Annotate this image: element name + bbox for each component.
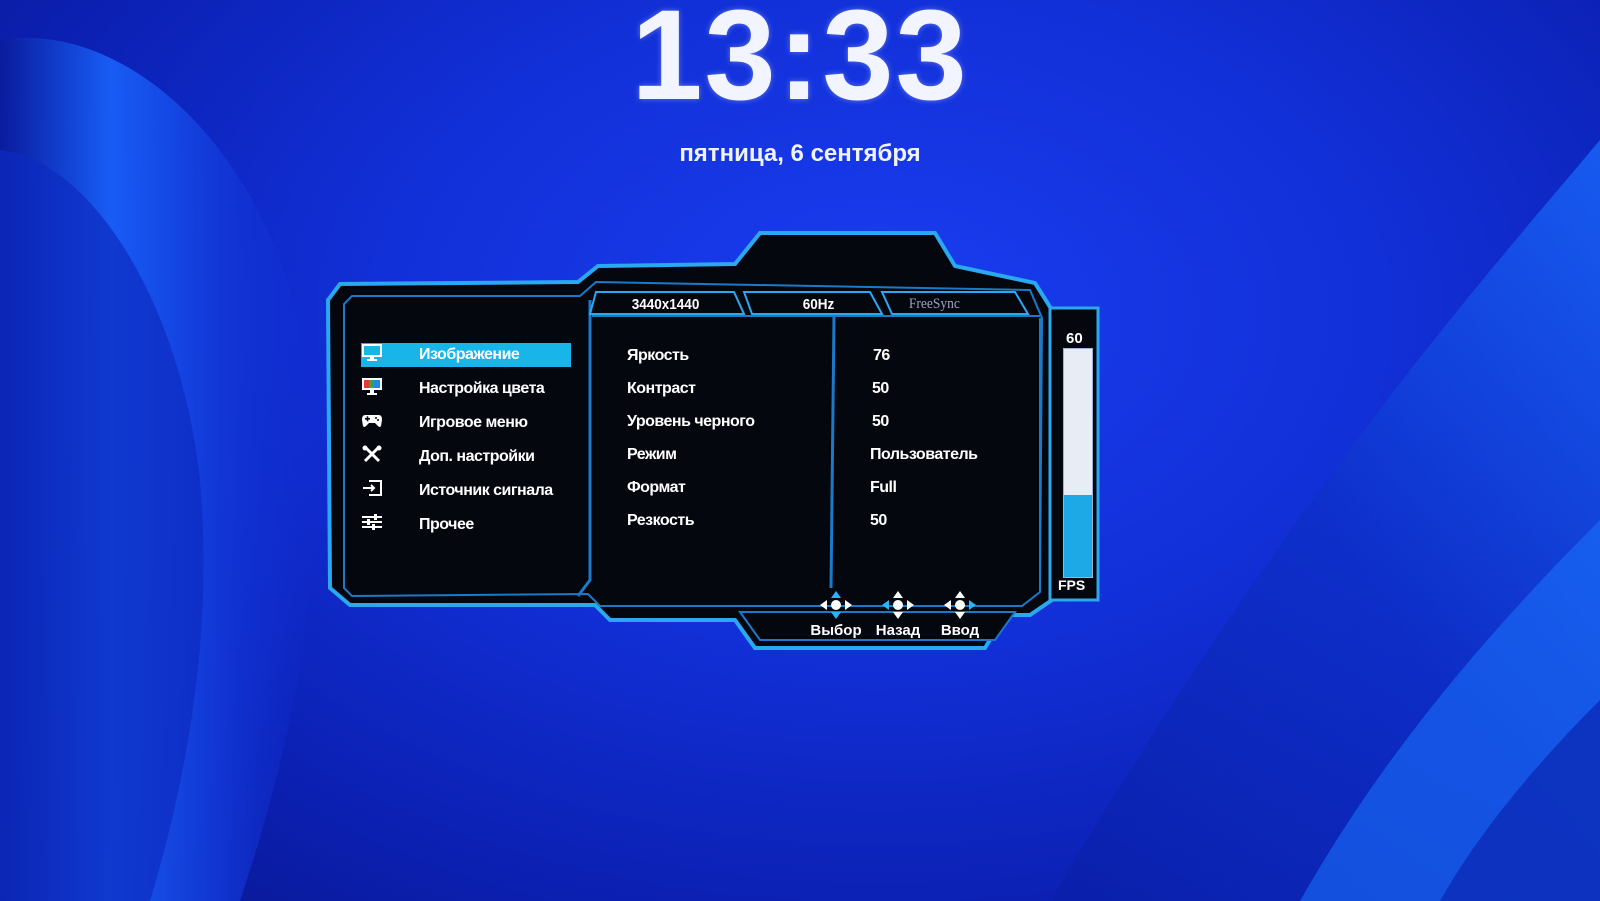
dpad-back-icon xyxy=(882,591,914,619)
fps-value: 60 xyxy=(1066,330,1083,347)
monitor-osd: 3440x1440 60Hz FreeSync Изображение Наст… xyxy=(0,0,1600,901)
monitor-icon xyxy=(362,344,411,365)
tab-refresh-rate[interactable]: 60Hz xyxy=(803,296,835,313)
fps-label: FPS xyxy=(1058,577,1086,593)
menu-item-label: Игровое меню xyxy=(419,414,528,431)
menu-item-image[interactable]: Изображение xyxy=(361,343,571,367)
menu-item-advanced-settings[interactable]: Доп. настройки xyxy=(361,445,571,469)
setting-sharpness-label[interactable]: Резкость xyxy=(627,512,695,530)
setting-black-level-label[interactable]: Уровень черного xyxy=(627,413,755,431)
input-source-icon xyxy=(363,480,411,501)
setting-format-label[interactable]: Формат xyxy=(627,479,686,497)
menu-item-label: Источник сигнала xyxy=(419,482,553,499)
setting-brightness-label[interactable]: Яркость xyxy=(627,347,689,365)
setting-mode-value: Пользователь xyxy=(870,446,978,463)
menu-item-input-source[interactable]: Источник сигнала xyxy=(361,479,571,503)
osd-frame xyxy=(325,231,1100,650)
dpad-select-icon xyxy=(820,591,852,619)
menu-item-label: Прочее xyxy=(419,516,474,533)
tab-freesync[interactable]: FreeSync xyxy=(909,296,960,313)
hint-back: Назад xyxy=(868,590,928,639)
hint-enter: Ввод xyxy=(930,590,990,639)
setting-contrast-value: 50 xyxy=(872,380,889,397)
menu-item-color-settings[interactable]: Настройка цвета xyxy=(361,377,571,401)
setting-mode-label[interactable]: Режим xyxy=(627,446,677,464)
hint-back-label: Назад xyxy=(875,622,921,639)
menu-item-other[interactable]: Прочее xyxy=(361,513,571,537)
menu-item-label: Доп. настройки xyxy=(419,448,535,465)
menu-item-game-menu[interactable]: Игровое меню xyxy=(361,411,571,435)
setting-sharpness-value: 50 xyxy=(870,512,887,529)
color-bars-icon xyxy=(362,378,411,399)
tools-icon xyxy=(362,445,411,467)
hint-enter-label: Ввод xyxy=(940,622,980,639)
hint-select-label: Выбор xyxy=(810,622,862,639)
gamepad-icon xyxy=(362,413,411,433)
menu-item-label: Настройка цвета xyxy=(419,380,545,397)
setting-format-value: Full xyxy=(870,479,897,496)
tab-resolution[interactable]: 3440x1440 xyxy=(632,296,700,313)
setting-contrast-label[interactable]: Контраст xyxy=(627,380,696,398)
hint-select: Выбор xyxy=(806,590,866,639)
menu-item-label: Изображение xyxy=(419,346,520,363)
fps-meter-fill xyxy=(1064,494,1092,577)
sliders-icon xyxy=(362,514,411,535)
setting-brightness-value: 76 xyxy=(873,347,890,364)
fps-meter-bar xyxy=(1063,348,1093,578)
dpad-enter-icon xyxy=(944,591,976,619)
setting-black-level-value: 50 xyxy=(872,413,889,430)
